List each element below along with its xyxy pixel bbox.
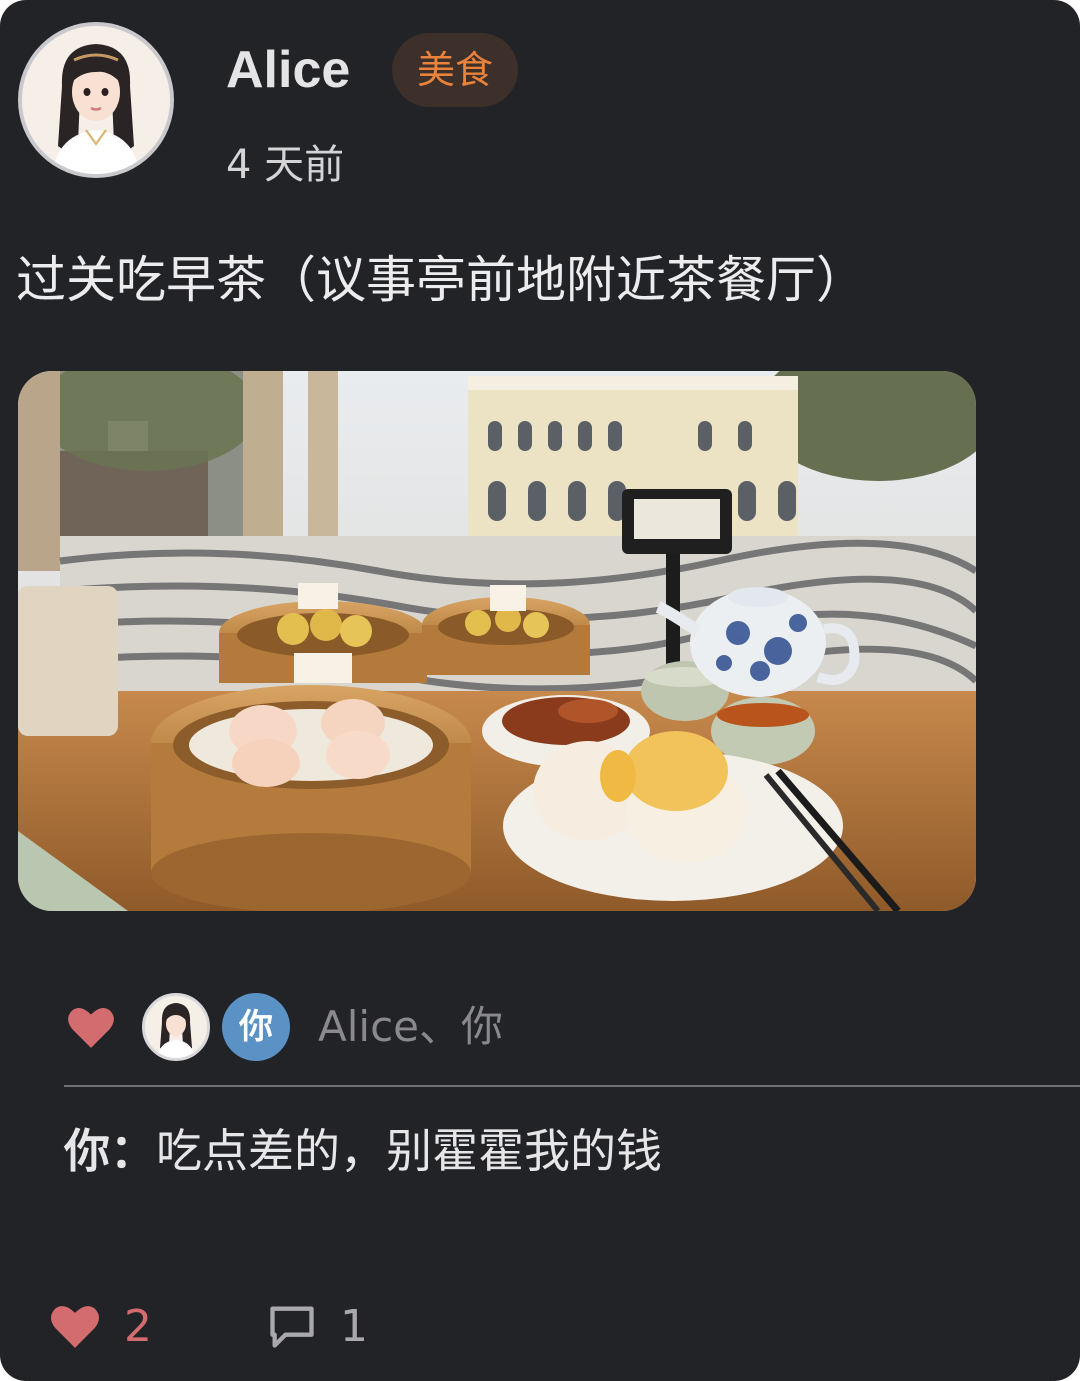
post-timestamp: 4 天前 (226, 142, 345, 188)
post-card: Alice 美食 4 天前 过关吃早茶（议事亭前地附近茶餐厅） 你 Alice、… (0, 0, 1080, 1381)
author-avatar[interactable] (18, 22, 174, 178)
like-count[interactable]: 2 (124, 1302, 152, 1352)
comment-text: 吃点差的，别霍霍我的钱 (156, 1124, 662, 1178)
heart-icon[interactable] (66, 1004, 116, 1050)
author-name[interactable]: Alice (226, 40, 350, 100)
likers-names[interactable]: Alice、你 (318, 1001, 503, 1053)
comment-author: 你： (64, 1124, 156, 1178)
speech-bubble-icon[interactable] (266, 1300, 318, 1352)
post-photo[interactable] (18, 371, 976, 911)
category-tag[interactable]: 美食 (392, 33, 518, 107)
comment-count[interactable]: 1 (340, 1302, 368, 1352)
avatar-illustration (22, 26, 170, 174)
divider (64, 1085, 1080, 1087)
avatar-illustration (145, 996, 207, 1058)
dim-sum-photo (18, 371, 976, 911)
post-text: 过关吃早茶（议事亭前地附近茶餐厅） (16, 251, 866, 309)
heart-icon[interactable] (48, 1302, 102, 1350)
comment[interactable]: 你：吃点差的，别霍霍我的钱 (64, 1122, 662, 1180)
liker-avatar-alice[interactable] (142, 993, 210, 1061)
liker-avatar-you[interactable]: 你 (222, 993, 290, 1061)
